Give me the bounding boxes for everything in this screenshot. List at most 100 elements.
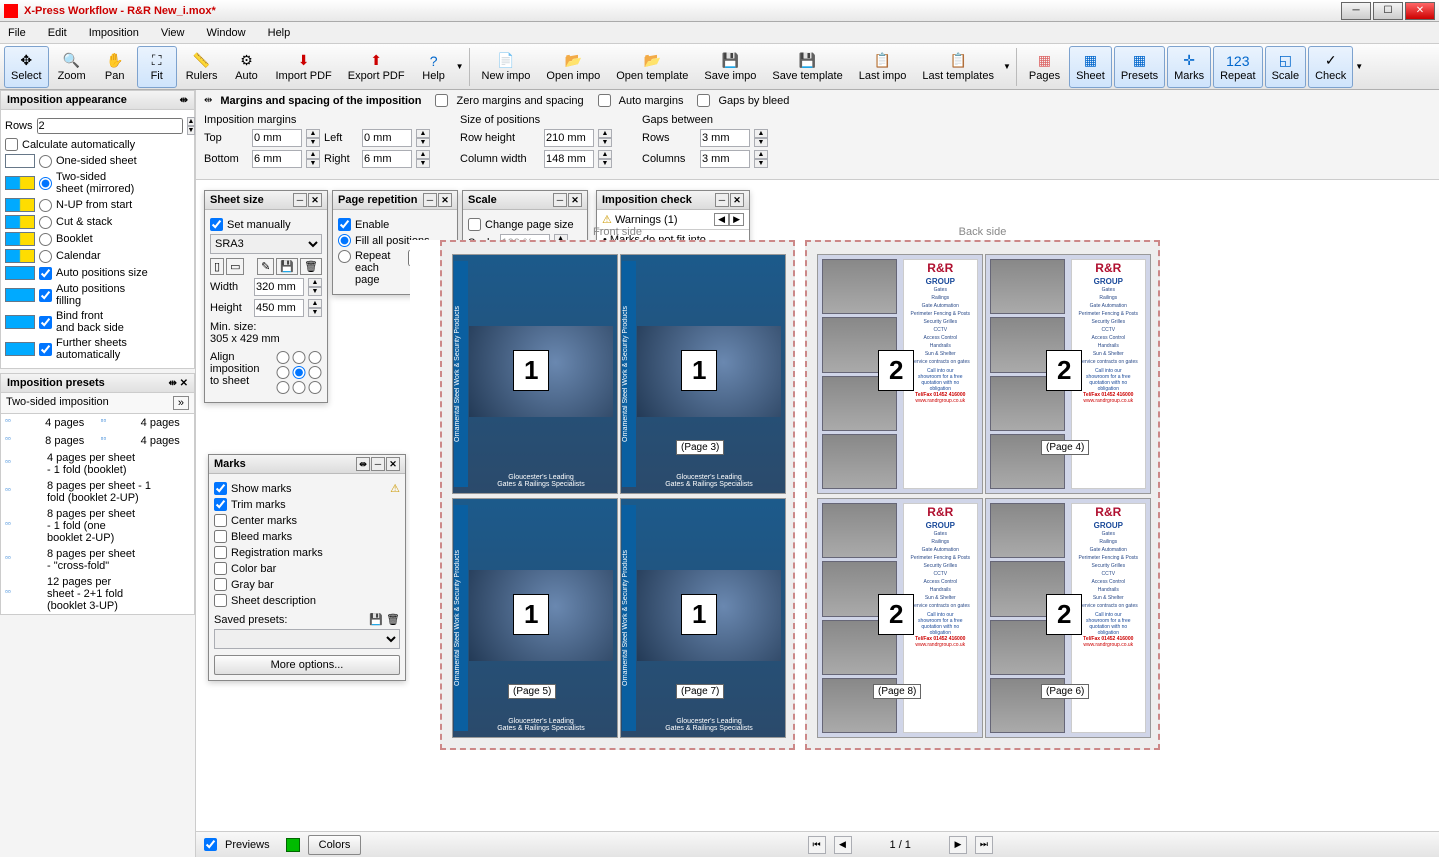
check-button[interactable]: ✓Check: [1308, 46, 1353, 88]
last-page-button[interactable]: ⏭: [975, 836, 993, 854]
canvas[interactable]: Front side Ornamental Steel Work & Secur…: [410, 240, 1425, 819]
import-pdf-button[interactable]: ⬇Import PDF: [269, 46, 339, 88]
mode-radio[interactable]: [39, 177, 52, 190]
preset-item[interactable]: ▫▫8 pages per sheet - 1 fold (booklet 2-…: [1, 478, 194, 506]
prev-page-button[interactable]: ◀: [834, 836, 852, 854]
minimize-button[interactable]: ─: [1341, 2, 1371, 20]
scale-button[interactable]: ◱Scale: [1265, 46, 1307, 88]
preset-item[interactable]: ▫▫4 pages per sheet - 1 fold (booklet): [1, 450, 194, 478]
presets-more-icon[interactable]: »: [173, 396, 189, 410]
landscape-icon[interactable]: ▭: [226, 258, 244, 275]
next-page-button[interactable]: ▶: [949, 836, 967, 854]
top-input[interactable]: [252, 129, 302, 147]
close-button[interactable]: ✕: [1405, 2, 1435, 20]
auto-button[interactable]: ⚙Auto: [227, 46, 267, 88]
last-impo-button[interactable]: 📋Last impo: [852, 46, 914, 88]
mode-radio[interactable]: [39, 250, 52, 263]
preset-item[interactable]: ▫▫4 pages▫▫4 pages: [1, 414, 194, 432]
menu-view[interactable]: View: [157, 25, 189, 41]
preview-cell[interactable]: Ornamental Steel Work & Security Product…: [452, 254, 618, 494]
mode-radio[interactable]: [39, 199, 52, 212]
preview-cell[interactable]: R&RGROUP GatesRailingsGate AutomationPer…: [817, 498, 983, 738]
preview-cell[interactable]: R&RGROUP GatesRailingsGate AutomationPer…: [985, 498, 1151, 738]
open-template-button[interactable]: 📂Open template: [609, 46, 695, 88]
appearance-checkbox[interactable]: [39, 316, 52, 329]
rows-spinner[interactable]: ▲▼: [187, 117, 196, 135]
delete-icon[interactable]: 🗑: [300, 258, 322, 275]
mode-radio[interactable]: [39, 155, 52, 168]
left-input[interactable]: [362, 129, 412, 147]
mark-checkbox[interactable]: [214, 594, 227, 607]
preset-item[interactable]: ▫▫8 pages per sheet - "cross-fold": [1, 546, 194, 574]
pages-button[interactable]: ▦Pages: [1022, 46, 1067, 88]
repeat-radio[interactable]: [338, 250, 351, 263]
mark-checkbox[interactable]: [214, 482, 227, 495]
delete-preset-icon[interactable]: 🗑: [386, 613, 400, 626]
pin-icon[interactable]: ⇹: [180, 95, 188, 106]
mark-checkbox[interactable]: [214, 514, 227, 527]
mark-checkbox[interactable]: [214, 578, 227, 591]
sheet-button[interactable]: ▦Sheet: [1069, 46, 1112, 88]
select-button[interactable]: ✥Select: [4, 46, 49, 88]
fill-radio[interactable]: [338, 234, 351, 247]
save-icon[interactable]: 💾: [276, 258, 298, 275]
menu-edit[interactable]: Edit: [44, 25, 71, 41]
sheet-preset-select[interactable]: SRA3: [210, 234, 322, 254]
pan-button[interactable]: ✋Pan: [95, 46, 135, 88]
zoom-button[interactable]: 🔍Zoom: [51, 46, 93, 88]
set-manually-checkbox[interactable]: [210, 218, 223, 231]
preview-cell[interactable]: Ornamental Steel Work & Security Product…: [452, 498, 618, 738]
presets-button[interactable]: ▦Presets: [1114, 46, 1165, 88]
open-impo-button[interactable]: 📂Open impo: [539, 46, 607, 88]
mode-radio[interactable]: [39, 233, 52, 246]
marks-button[interactable]: ✛Marks: [1167, 46, 1211, 88]
preview-cell[interactable]: Ornamental Steel Work & Security Product…: [620, 498, 786, 738]
bottom-input[interactable]: [252, 150, 302, 168]
gap-rows-input[interactable]: [700, 129, 750, 147]
first-page-button[interactable]: ⏮: [808, 836, 826, 854]
preview-cell[interactable]: Ornamental Steel Work & Security Product…: [620, 254, 786, 494]
preset-item[interactable]: ▫▫8 pages per sheet - 1 fold (one bookle…: [1, 506, 194, 546]
save-template-button[interactable]: 💾Save template: [765, 46, 849, 88]
close-icon[interactable]: ✕: [308, 193, 322, 207]
pin-icon[interactable]: ⇹ ✕: [168, 378, 188, 389]
save-preset-icon[interactable]: 💾: [369, 613, 383, 626]
enable-rep-checkbox[interactable]: [338, 218, 351, 231]
save-impo-button[interactable]: 💾Save impo: [697, 46, 763, 88]
mark-checkbox[interactable]: [214, 530, 227, 543]
colors-button[interactable]: Colors: [308, 835, 362, 855]
preview-cell[interactable]: R&RGROUP GatesRailingsGate AutomationPer…: [817, 254, 983, 494]
preset-item[interactable]: ▫▫8 pages▫▫4 pages: [1, 432, 194, 450]
new-impo-button[interactable]: 📄New impo: [475, 46, 538, 88]
gaps-bleed-checkbox[interactable]: [697, 94, 710, 107]
height-input[interactable]: [254, 299, 304, 317]
preview-cell[interactable]: R&RGROUP GatesRailingsGate AutomationPer…: [985, 254, 1151, 494]
gap-cols-input[interactable]: [700, 150, 750, 168]
repeat-button[interactable]: 123Repeat: [1213, 46, 1262, 88]
help-button[interactable]: ?Help: [414, 46, 454, 88]
maximize-button[interactable]: ☐: [1373, 2, 1403, 20]
mode-radio[interactable]: [39, 216, 52, 229]
previews-checkbox[interactable]: [204, 838, 217, 851]
collapse-icon[interactable]: ⇹: [204, 95, 212, 106]
prev-warn-button[interactable]: ◀: [714, 213, 729, 226]
menu-help[interactable]: Help: [264, 25, 295, 41]
rows-input[interactable]: [37, 118, 183, 134]
next-warn-button[interactable]: ▶: [729, 213, 744, 226]
minimize-icon[interactable]: ─: [293, 193, 307, 207]
mark-checkbox[interactable]: [214, 546, 227, 559]
calc-auto-checkbox[interactable]: [5, 138, 18, 151]
auto-margins-checkbox[interactable]: [598, 94, 611, 107]
last-templates-button[interactable]: 📋Last templates: [915, 46, 1001, 88]
appearance-checkbox[interactable]: [39, 289, 52, 302]
right-input[interactable]: [362, 150, 412, 168]
more-options-button[interactable]: More options...: [214, 655, 400, 675]
zero-margins-checkbox[interactable]: [435, 94, 448, 107]
colw-input[interactable]: [544, 150, 594, 168]
rulers-button[interactable]: 📏Rulers: [179, 46, 225, 88]
menu-window[interactable]: Window: [203, 25, 250, 41]
preset-item[interactable]: ▫▫12 pages per sheet - 2+1 fold (booklet…: [1, 574, 194, 614]
mark-checkbox[interactable]: [214, 562, 227, 575]
mark-checkbox[interactable]: [214, 498, 227, 511]
export-pdf-button[interactable]: ⬆Export PDF: [341, 46, 412, 88]
